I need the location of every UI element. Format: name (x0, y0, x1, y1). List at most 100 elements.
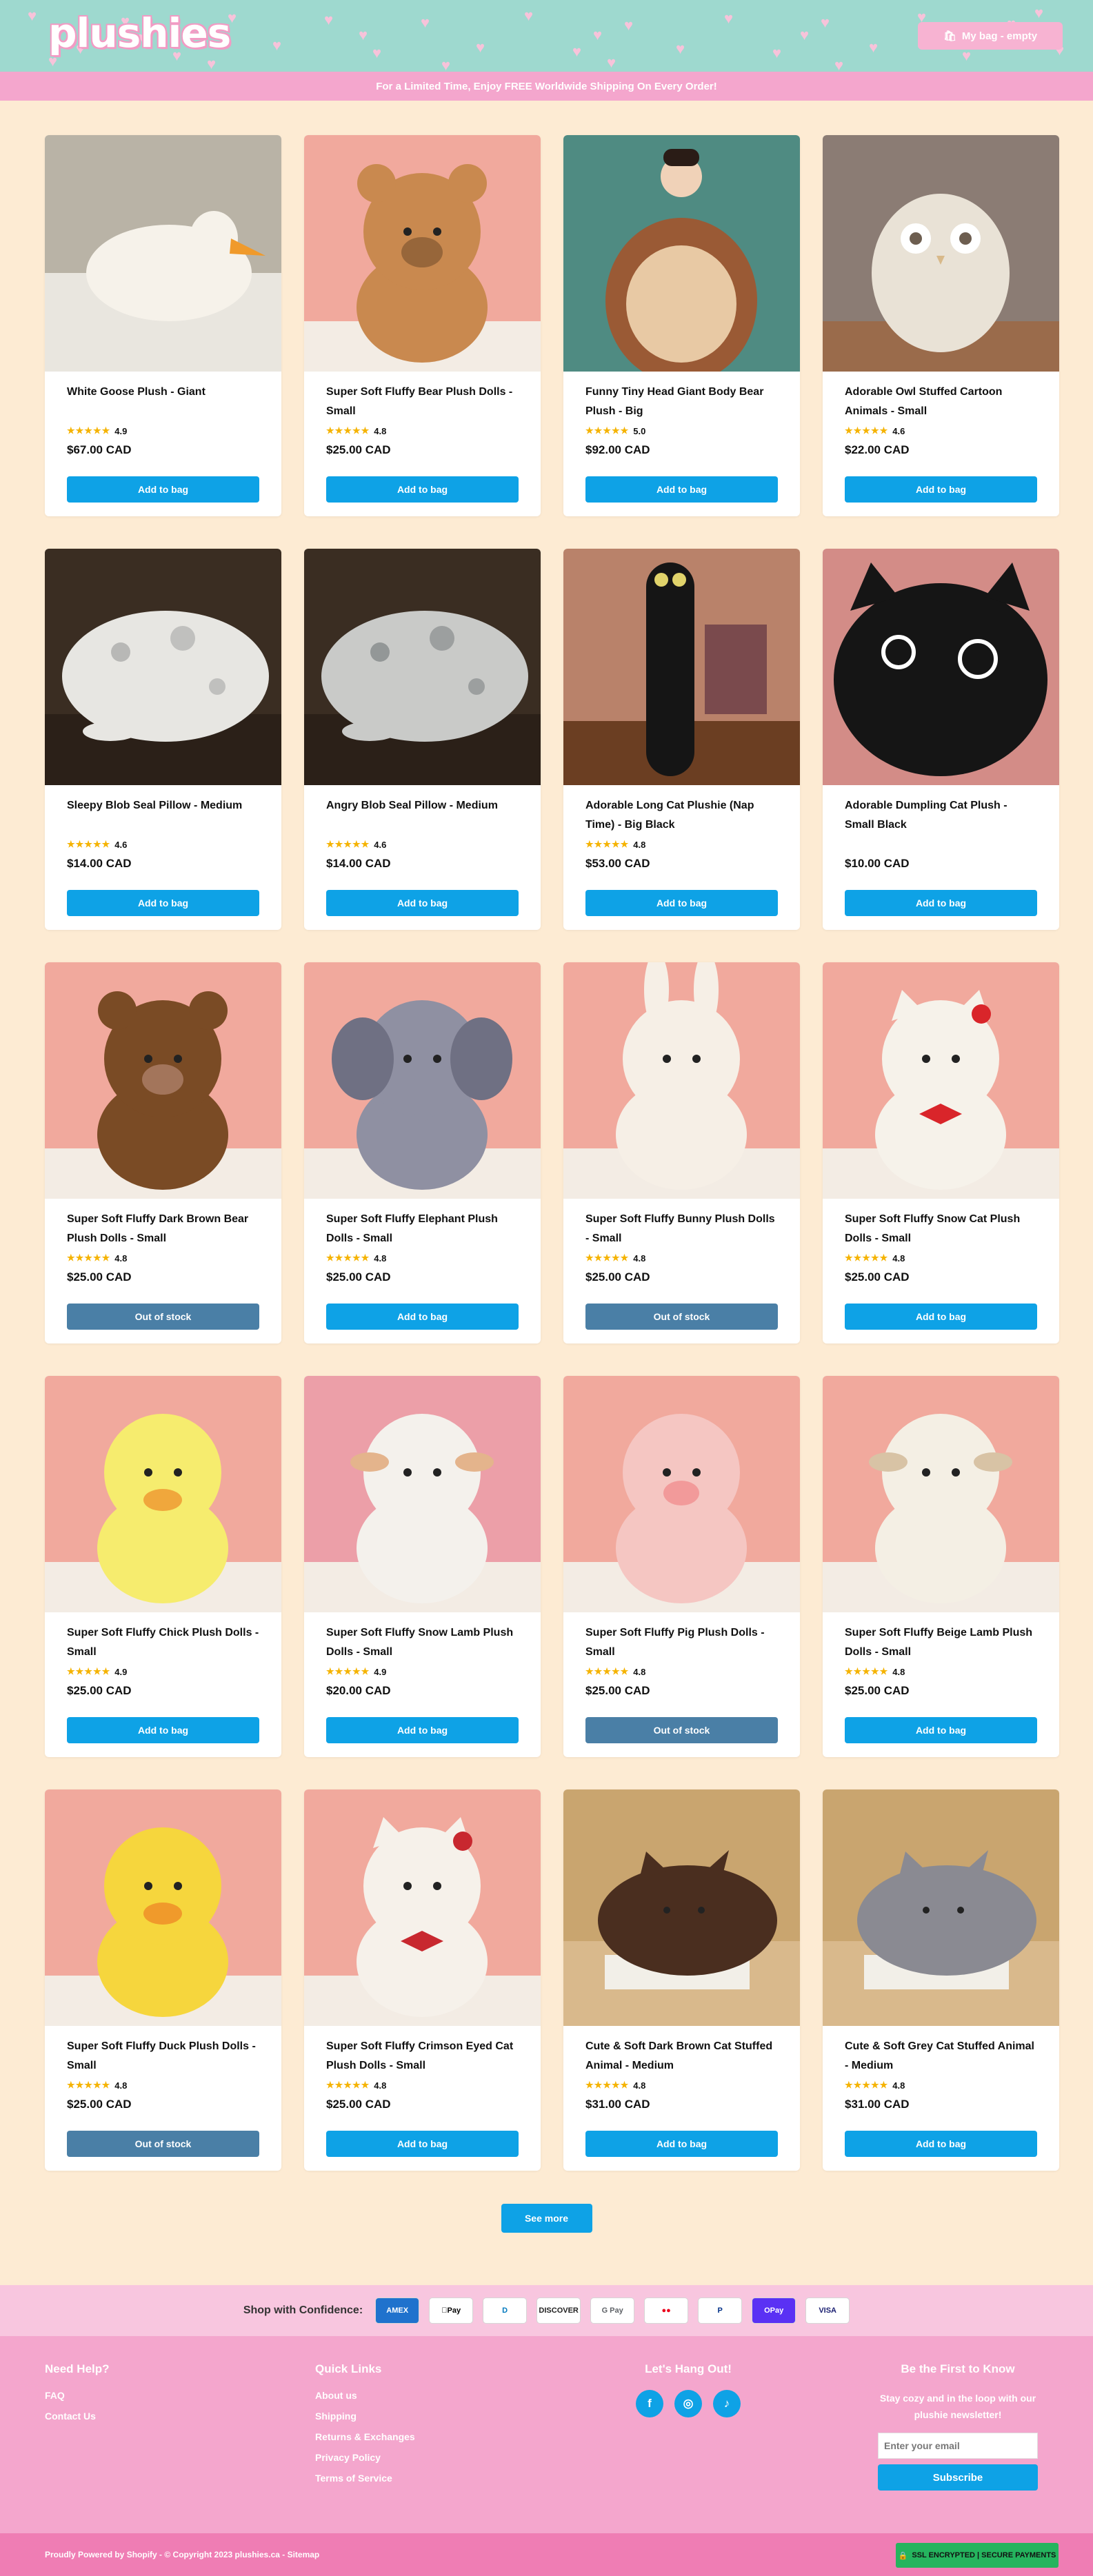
product-card[interactable]: Adorable Dumpling Cat Plush - Small Blac… (823, 549, 1059, 930)
subscribe-button[interactable]: Subscribe (878, 2464, 1038, 2491)
product-name[interactable]: Sleepy Blob Seal Pillow - Medium (67, 796, 259, 835)
product-name[interactable]: Super Soft Fluffy Snow Cat Plush Dolls -… (845, 1210, 1037, 1248)
product-name[interactable]: White Goose Plush - Giant (67, 383, 259, 421)
site-logo[interactable]: plushies (48, 10, 231, 57)
product-name[interactable]: Super Soft Fluffy Beige Lamb Plush Dolls… (845, 1623, 1037, 1662)
product-name[interactable]: Adorable Dumpling Cat Plush - Small Blac… (845, 796, 1037, 835)
add-to-bag-button[interactable]: Add to bag (326, 2131, 519, 2157)
product-name[interactable]: Adorable Long Cat Plushie (Nap Time) - B… (585, 796, 778, 835)
add-to-bag-button[interactable]: Add to bag (585, 890, 778, 916)
footer-link-terms[interactable]: Terms of Service (315, 2473, 415, 2484)
product-card[interactable]: Super Soft Fluffy Duck Plush Dolls - Sma… (45, 1789, 281, 2171)
product-card[interactable]: Super Soft Fluffy Bear Plush Dolls - Sma… (304, 135, 541, 516)
product-card[interactable]: Sleepy Blob Seal Pillow - Medium ★★★★★ 4.6… (45, 549, 281, 930)
product-image[interactable] (823, 1789, 1059, 2026)
product-card[interactable]: Super Soft Fluffy Elephant Plush Dolls -… (304, 962, 541, 1343)
product-image[interactable] (304, 135, 541, 372)
product-card[interactable]: Super Soft Fluffy Crimson Eyed Cat Plush… (304, 1789, 541, 2171)
out-of-stock-button[interactable]: Out of stock (67, 2131, 259, 2157)
add-to-bag-button[interactable]: Add to bag (326, 1717, 519, 1743)
product-card[interactable]: Cute & Soft Grey Cat Stuffed Animal - Me… (823, 1789, 1059, 2171)
product-image[interactable] (45, 962, 281, 1199)
product-name[interactable]: Super Soft Fluffy Pig Plush Dolls - Smal… (585, 1623, 778, 1662)
add-to-bag-button[interactable]: Add to bag (845, 1304, 1037, 1330)
footer-link-about[interactable]: About us (315, 2390, 415, 2401)
heart-decoration: ♥ (800, 26, 810, 43)
product-card[interactable]: Angry Blob Seal Pillow - Medium ★★★★★ 4.6 $… (304, 549, 541, 930)
add-to-bag-button[interactable]: Add to bag (326, 890, 519, 916)
product-image[interactable] (563, 962, 800, 1199)
product-card[interactable]: Super Soft Fluffy Chick Plush Dolls - Sm… (45, 1376, 281, 1757)
product-image[interactable] (823, 962, 1059, 1199)
product-image[interactable] (823, 1376, 1059, 1612)
product-image[interactable] (45, 135, 281, 372)
add-to-bag-button[interactable]: Add to bag (326, 476, 519, 503)
product-image[interactable] (45, 1376, 281, 1612)
product-image[interactable] (563, 135, 800, 372)
product-card[interactable]: Super Soft Fluffy Dark Brown Bear Plush … (45, 962, 281, 1343)
add-to-bag-button[interactable]: Add to bag (326, 1304, 519, 1330)
product-name[interactable]: Funny Tiny Head Giant Body Bear Plush - … (585, 383, 778, 421)
product-name[interactable]: Super Soft Fluffy Crimson Eyed Cat Plush… (326, 2037, 519, 2076)
product-image[interactable] (563, 1376, 800, 1612)
footer-link-shipping[interactable]: Shipping (315, 2411, 415, 2422)
product-image[interactable] (823, 549, 1059, 785)
footer-link-faq[interactable]: FAQ (45, 2390, 110, 2401)
product-card[interactable]: Super Soft Fluffy Beige Lamb Plush Dolls… (823, 1376, 1059, 1757)
product-card[interactable]: Funny Tiny Head Giant Body Bear Plush - … (563, 135, 800, 516)
product-image[interactable] (563, 549, 800, 785)
product-name[interactable]: Super Soft Fluffy Chick Plush Dolls - Sm… (67, 1623, 259, 1662)
tiktok-icon[interactable]: ♪ (713, 2390, 741, 2417)
product-card[interactable]: Super Soft Fluffy Pig Plush Dolls - Smal… (563, 1376, 800, 1757)
product-price: $14.00 CAD (326, 857, 391, 870)
product-image[interactable] (45, 549, 281, 785)
bag-button[interactable]: 🛍 My bag - empty (918, 22, 1063, 50)
product-card[interactable]: Super Soft Fluffy Snow Lamb Plush Dolls … (304, 1376, 541, 1757)
product-card[interactable]: Adorable Long Cat Plushie (Nap Time) - B… (563, 549, 800, 930)
product-name[interactable]: Super Soft Fluffy Dark Brown Bear Plush … (67, 1210, 259, 1248)
instagram-icon[interactable]: ◎ (674, 2390, 702, 2417)
add-to-bag-button[interactable]: Add to bag (845, 2131, 1037, 2157)
product-name[interactable]: Cute & Soft Dark Brown Cat Stuffed Anima… (585, 2037, 778, 2076)
add-to-bag-button[interactable]: Add to bag (67, 476, 259, 503)
product-name[interactable]: Adorable Owl Stuffed Cartoon Animals - S… (845, 383, 1037, 421)
out-of-stock-button[interactable]: Out of stock (67, 1304, 259, 1330)
product-name[interactable]: Super Soft Fluffy Snow Lamb Plush Dolls … (326, 1623, 519, 1662)
product-name[interactable]: Super Soft Fluffy Duck Plush Dolls - Sma… (67, 2037, 259, 2076)
product-name[interactable]: Super Soft Fluffy Bear Plush Dolls - Sma… (326, 383, 519, 421)
out-of-stock-button[interactable]: Out of stock (585, 1304, 778, 1330)
product-card[interactable]: Super Soft Fluffy Bunny Plush Dolls - Sm… (563, 962, 800, 1343)
product-name[interactable]: Cute & Soft Grey Cat Stuffed Animal - Me… (845, 2037, 1037, 2076)
product-image[interactable] (304, 549, 541, 785)
add-to-bag-button[interactable]: Add to bag (585, 2131, 778, 2157)
see-more-button[interactable]: See more (501, 2204, 592, 2233)
product-name[interactable]: Angry Blob Seal Pillow - Medium (326, 796, 519, 835)
product-image[interactable] (45, 1789, 281, 2026)
product-image[interactable] (304, 962, 541, 1199)
product-image[interactable] (563, 1789, 800, 2026)
add-to-bag-button[interactable]: Add to bag (67, 890, 259, 916)
product-name[interactable]: Super Soft Fluffy Bunny Plush Dolls - Sm… (585, 1210, 778, 1248)
footer-link-returns[interactable]: Returns & Exchanges (315, 2431, 415, 2442)
heart-decoration: ♥ (772, 44, 782, 61)
footer-link-privacy[interactable]: Privacy Policy (315, 2452, 415, 2463)
product-name[interactable]: Super Soft Fluffy Elephant Plush Dolls -… (326, 1210, 519, 1248)
add-to-bag-button[interactable]: Add to bag (845, 476, 1037, 503)
product-card[interactable]: Super Soft Fluffy Snow Cat Plush Dolls -… (823, 962, 1059, 1343)
product-card[interactable]: White Goose Plush - Giant ★★★★★ 4.9 $67.00 … (45, 135, 281, 516)
product-card[interactable]: Adorable Owl Stuffed Cartoon Animals - S… (823, 135, 1059, 516)
add-to-bag-button[interactable]: Add to bag (67, 1717, 259, 1743)
email-input[interactable] (884, 2440, 1032, 2451)
product-card[interactable]: Cute & Soft Dark Brown Cat Stuffed Anima… (563, 1789, 800, 2171)
footer-link-contact[interactable]: Contact Us (45, 2411, 110, 2422)
out-of-stock-button[interactable]: Out of stock (585, 1717, 778, 1743)
product-image[interactable] (823, 135, 1059, 372)
product-image[interactable] (304, 1376, 541, 1612)
product-image[interactable] (304, 1789, 541, 2026)
heart-decoration: ♥ (372, 44, 382, 61)
add-to-bag-button[interactable]: Add to bag (845, 890, 1037, 916)
add-to-bag-button[interactable]: Add to bag (845, 1717, 1037, 1743)
facebook-icon[interactable]: f (636, 2390, 663, 2417)
email-field[interactable] (878, 2433, 1038, 2459)
add-to-bag-button[interactable]: Add to bag (585, 476, 778, 503)
